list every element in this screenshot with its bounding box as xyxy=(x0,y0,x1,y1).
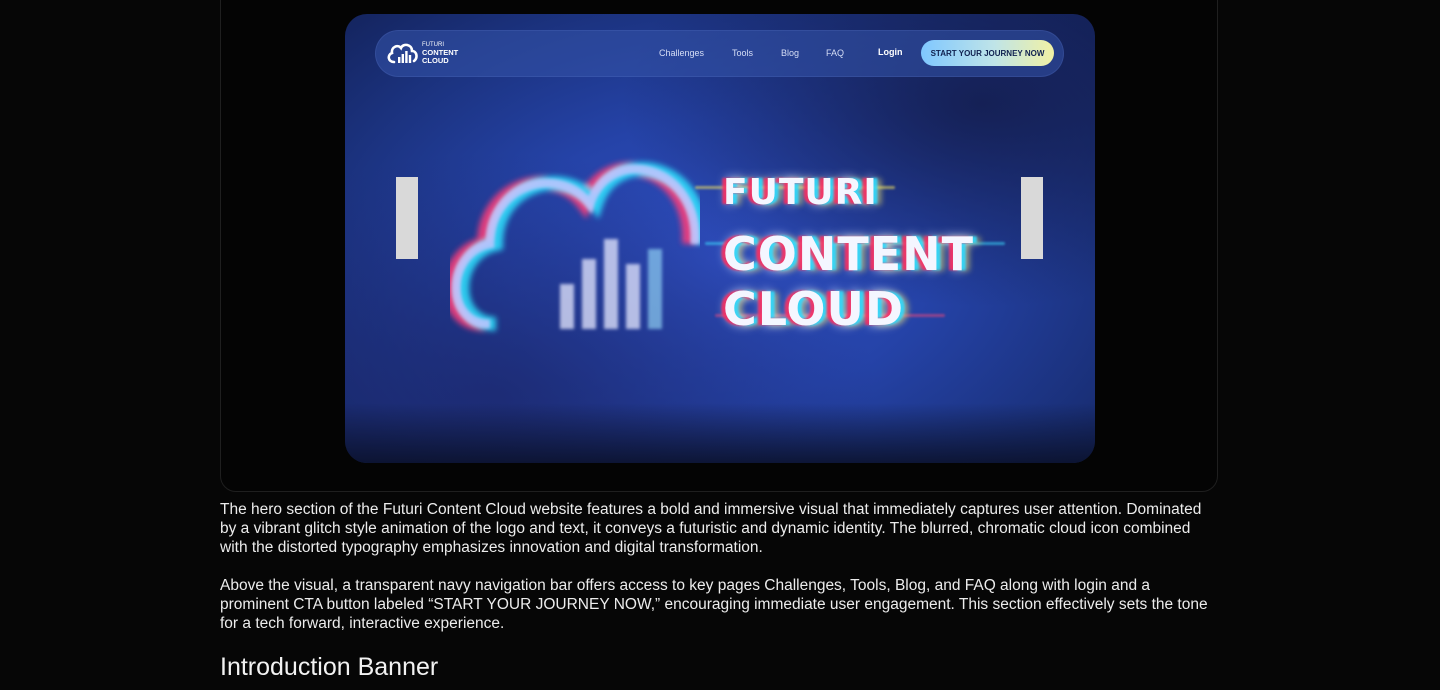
nav-link-blog[interactable]: Blog xyxy=(781,48,799,58)
section-heading: Introduction Banner xyxy=(220,653,439,681)
brand-logo[interactable]: FUTURI CONTENT CLOUD xyxy=(386,40,458,66)
brand-name-line3: CLOUD xyxy=(422,56,449,65)
hero-headline-line1: FUTURI xyxy=(723,172,878,213)
nav-link-challenges[interactable]: Challenges xyxy=(659,48,704,58)
nav-link-faq[interactable]: FAQ xyxy=(826,48,844,58)
login-link[interactable]: Login xyxy=(878,47,903,57)
glitch-cloud-icon xyxy=(450,162,700,331)
hero-headline-line2: CONTENT xyxy=(723,227,975,281)
description-paragraph: The hero section of the Futuri Content C… xyxy=(220,501,1202,556)
description-paragraph: Above the visual, a transparent navy nav… xyxy=(220,577,1208,632)
start-journey-button[interactable]: START YOUR JOURNEY NOW xyxy=(921,40,1054,66)
hero-headline-line3: CLOUD xyxy=(723,282,905,336)
slider-next-control[interactable] xyxy=(1021,177,1043,259)
nav-link-tools[interactable]: Tools xyxy=(732,48,753,58)
slider-prev-control[interactable] xyxy=(396,177,418,259)
hero-screenshot: FUTURI CONTENT CLOUD Challenges Tools Bl… xyxy=(345,14,1095,463)
cloud-bars-icon xyxy=(387,43,418,64)
navigation-bar: FUTURI CONTENT CLOUD Challenges Tools Bl… xyxy=(375,30,1064,77)
